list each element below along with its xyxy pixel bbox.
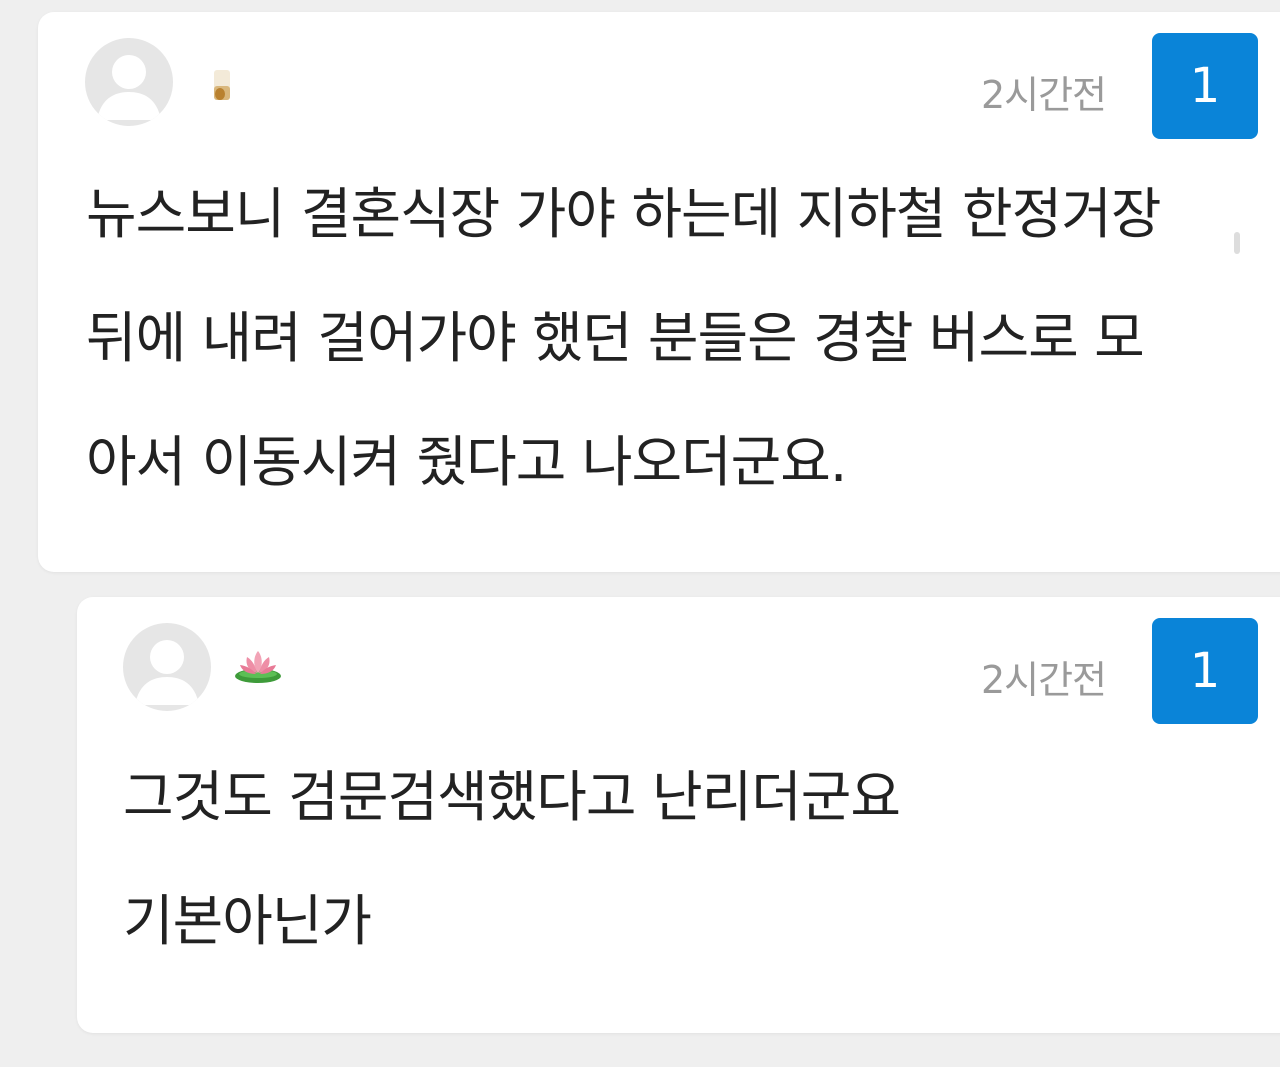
comment-line: 그것도 검문검색했다고 난리더군요 (123, 765, 901, 829)
scroll-indicator (1234, 232, 1240, 254)
vote-count-badge[interactable]: 1 (1152, 618, 1258, 724)
comment-line: 기본아닌가 (123, 889, 372, 953)
comment-line: 뒤에 내려 걸어가야 했던 분들은 경찰 버스로 모 (86, 306, 1145, 370)
candle-icon (208, 64, 236, 108)
default-user-icon (135, 640, 199, 705)
comment-line: 아서 이동시켜 줬다고 나오더군요. (86, 430, 847, 494)
comment-body: 뉴스보니 결혼식장 가야 하는데 지하철 한정거장 뒤에 내려 걸어가야 했던 … (86, 152, 1256, 524)
avatar[interactable] (85, 38, 173, 126)
comment-body: 그것도 검문검색했다고 난리더군요 기본아닌가 (123, 735, 1243, 983)
lotus-icon (233, 645, 283, 685)
comment-line: 뉴스보니 결혼식장 가야 하는데 지하철 한정거장 (86, 182, 1161, 246)
vote-count-badge[interactable]: 1 (1152, 33, 1258, 139)
avatar[interactable] (123, 623, 211, 711)
comment-time: 2시간전 (980, 73, 1107, 117)
reply-card: 2시간전 1 그것도 검문검색했다고 난리더군요 기본아닌가 (77, 597, 1280, 1033)
default-user-icon (97, 55, 161, 120)
comment-card: 2시간전 1 뉴스보니 결혼식장 가야 하는데 지하철 한정거장 뒤에 내려 걸… (38, 12, 1280, 572)
comment-time: 2시간전 (980, 658, 1107, 702)
